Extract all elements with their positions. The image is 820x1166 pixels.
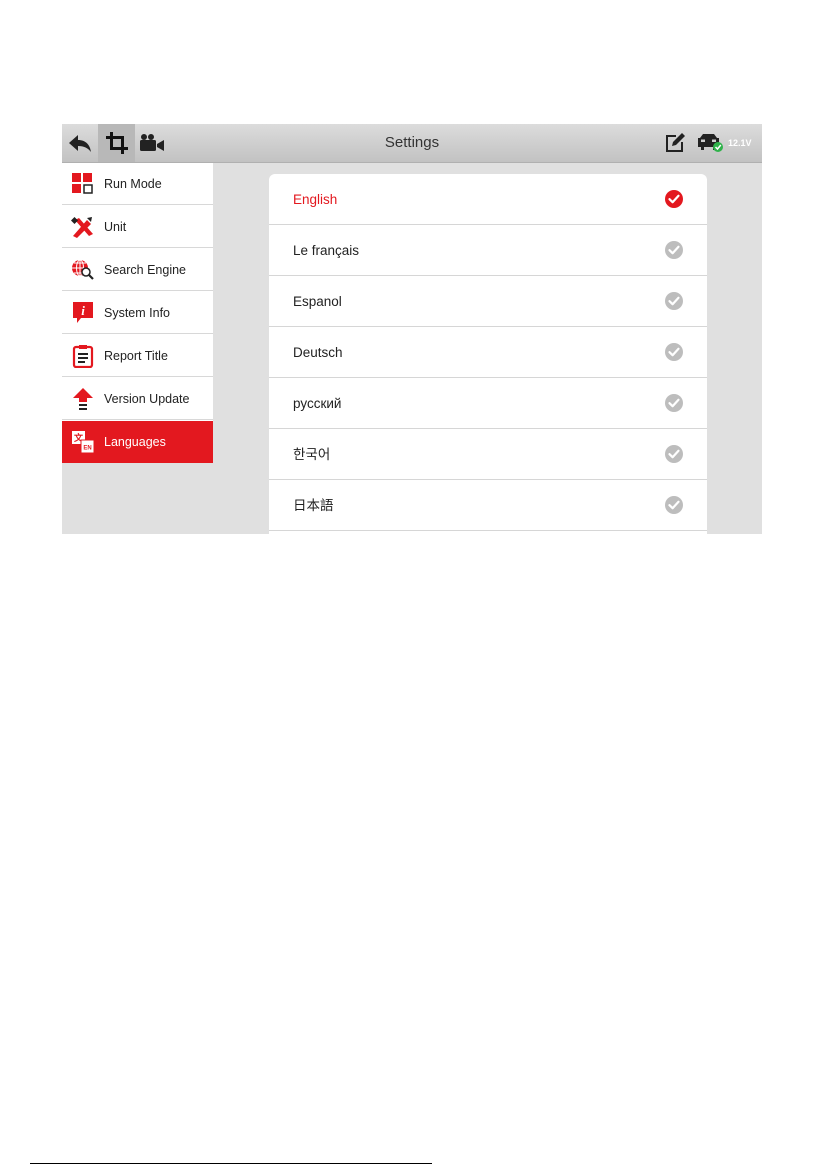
check-icon	[665, 394, 683, 412]
sidebar-item-label: Report Title	[104, 348, 168, 363]
sidebar-item-run-mode[interactable]: Run Mode	[62, 163, 213, 205]
language-label: Espanol	[293, 294, 342, 309]
sidebar-item-label: Unit	[104, 219, 127, 234]
check-icon	[665, 241, 683, 259]
language-label: русский	[293, 396, 342, 411]
run-mode-icon	[72, 172, 93, 194]
clipboard-icon	[72, 344, 94, 368]
translate-icon: 文 EN	[72, 431, 95, 454]
language-label: 한국어	[293, 447, 331, 462]
edit-button[interactable]	[660, 124, 690, 162]
sidebar-item-version-update[interactable]: Version Update	[62, 378, 213, 420]
language-option-russian[interactable]: русский	[269, 378, 707, 429]
unit-ruler-icon	[71, 216, 93, 238]
back-arrow-icon	[69, 135, 91, 152]
edit-note-icon	[666, 133, 685, 152]
battery-voltage: 12.1V	[728, 138, 752, 148]
back-button[interactable]	[62, 124, 98, 162]
language-option-japanese[interactable]: 日本語	[269, 480, 707, 531]
check-selected-icon	[665, 190, 683, 208]
language-option-spanish[interactable]: Espanol	[269, 276, 707, 327]
language-option-english[interactable]: English	[269, 174, 707, 225]
language-option-german[interactable]: Deutsch	[269, 327, 707, 378]
search-engine-globe-icon	[72, 259, 94, 280]
check-icon	[665, 496, 683, 514]
vehicle-connection-status[interactable]	[694, 124, 726, 162]
vehicle-connected-icon	[698, 134, 723, 152]
sidebar-item-unit[interactable]: Unit	[62, 206, 213, 248]
settings-sidebar: Run Mode Unit Search Engine i System Inf…	[62, 163, 213, 463]
info-icon: i	[73, 301, 93, 323]
language-label: English	[293, 192, 338, 207]
language-list: English Le français Espanol Deutsch русс…	[269, 174, 707, 534]
sidebar-item-system-info[interactable]: i System Info	[62, 292, 213, 334]
language-option-french[interactable]: Le français	[269, 225, 707, 276]
screen-record-button[interactable]	[135, 124, 169, 162]
sidebar-item-label: Search Engine	[104, 262, 187, 277]
sidebar-item-label: Languages	[104, 435, 166, 449]
check-icon	[665, 343, 683, 361]
settings-screen: Settings 12.1V Run Mode Unit Search Engi…	[62, 124, 762, 534]
check-icon	[665, 292, 683, 310]
sidebar-item-search-engine[interactable]: Search Engine	[62, 249, 213, 291]
sidebar-item-report-title[interactable]: Report Title	[62, 335, 213, 377]
language-label: Deutsch	[293, 345, 343, 360]
page-footer-rule	[30, 1163, 432, 1164]
sidebar-item-label: Version Update	[104, 391, 190, 406]
language-option-korean[interactable]: 한국어	[269, 429, 707, 480]
svg-text:EN: EN	[83, 446, 91, 452]
language-label: Le français	[293, 243, 360, 258]
sidebar-item-label: System Info	[104, 305, 170, 320]
svg-text:i: i	[81, 303, 85, 318]
screenshot-crop-icon	[105, 132, 128, 154]
language-label: 日本語	[293, 498, 334, 513]
top-toolbar: Settings 12.1V	[62, 124, 762, 163]
upload-arrow-icon	[73, 387, 93, 410]
sidebar-item-label: Run Mode	[104, 176, 162, 191]
video-camera-icon	[140, 134, 164, 151]
sidebar-item-languages[interactable]: 文 EN Languages	[62, 421, 213, 463]
check-icon	[665, 445, 683, 463]
screenshot-button[interactable]	[98, 124, 135, 162]
